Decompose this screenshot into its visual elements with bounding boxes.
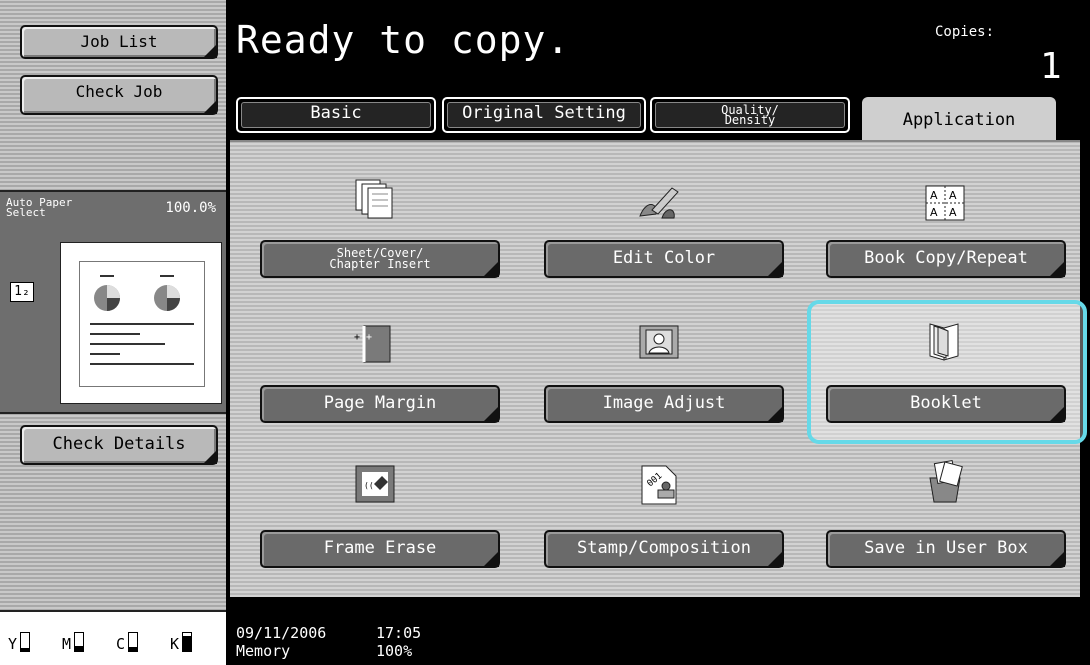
toner-letter: C: [116, 635, 126, 653]
toner-level-bar: [74, 632, 85, 652]
stamp-composition-button[interactable]: Stamp/Composition: [544, 530, 784, 568]
job-list-button[interactable]: Job List: [20, 25, 218, 59]
save-in-user-box-button[interactable]: Save in User Box: [826, 530, 1066, 568]
frame-erase-icon: ((: [355, 465, 395, 503]
check-details-label: Check Details: [52, 434, 186, 454]
toner-k: K: [170, 632, 193, 653]
job-list-label: Job List: [80, 32, 158, 51]
svg-text:A: A: [930, 206, 938, 219]
tab-original-setting[interactable]: Original Setting: [442, 97, 646, 133]
copier-screen: Job List Check Job Auto Paper Select 100…: [0, 0, 1090, 665]
check-job-label: Check Job: [75, 82, 163, 101]
zoom-ratio: 100.0%: [165, 200, 216, 216]
booklet-button[interactable]: Booklet: [826, 385, 1066, 423]
book-copy-icon: A A A A: [925, 185, 965, 221]
preview-page: [79, 261, 205, 387]
memory-label: Memory: [236, 642, 291, 660]
edit-color-icon: [639, 187, 679, 219]
tab-application[interactable]: Application: [862, 97, 1056, 143]
page-margin-button[interactable]: Page Margin: [260, 385, 500, 423]
svg-text:A: A: [949, 206, 957, 219]
footer-date: 09/11/2006: [236, 624, 327, 642]
left-panel: Job List Check Job Auto Paper Select 100…: [0, 0, 226, 665]
book-copy-label: Book Copy/Repeat: [864, 248, 1028, 268]
tab-application-label: Application: [902, 110, 1016, 130]
page-margin-label: Page Margin: [323, 393, 437, 413]
check-job-button[interactable]: Check Job: [20, 75, 218, 115]
tab-original-setting-label: Original Setting: [462, 103, 626, 123]
copies-count: 1: [1040, 46, 1062, 87]
edit-color-button[interactable]: Edit Color: [544, 240, 784, 278]
status-footer: 09/11/2006 17:05 Memory 100%: [226, 600, 1090, 665]
svg-text:+: +: [366, 332, 372, 343]
preview-paper: [60, 242, 222, 404]
page-preview: Auto Paper Select 100.0% 1₂: [0, 190, 226, 414]
user-box-icon: [929, 460, 963, 503]
booklet-label: Booklet: [910, 393, 982, 413]
tab-quality-label-2: Density: [724, 113, 776, 127]
tab-quality-density[interactable]: Quality/ Density: [650, 97, 850, 133]
tab-basic-label: Basic: [310, 103, 362, 123]
page-margin-icon: + +: [354, 325, 391, 363]
footer-time: 17:05: [376, 624, 422, 642]
toner-y: Y: [8, 632, 31, 653]
frame-erase-button[interactable]: Frame Erase: [260, 530, 500, 568]
svg-text:+: +: [354, 332, 360, 343]
toner-c: C: [116, 632, 139, 653]
svg-text:((: ((: [364, 481, 374, 490]
edit-color-label: Edit Color: [612, 248, 716, 268]
save-user-box-label: Save in User Box: [864, 538, 1028, 558]
copies-label: Copies:: [935, 24, 995, 40]
preview-page-graphic: [90, 275, 194, 365]
toner-letter: K: [170, 635, 180, 653]
image-adjust-icon: [639, 325, 679, 359]
toner-m: M: [62, 632, 85, 653]
sheet-insert-label-2: Chapter Insert: [329, 257, 431, 271]
toner-letter: Y: [8, 635, 18, 653]
toner-indicator: YMCK: [0, 610, 226, 665]
sheet-insert-icon: [355, 179, 393, 219]
duplex-badge: 1₂: [10, 282, 34, 302]
toner-level-bar: [182, 632, 193, 652]
book-copy-repeat-button[interactable]: Book Copy/Repeat: [826, 240, 1066, 278]
toner-level-bar: [128, 632, 139, 652]
image-adjust-button[interactable]: Image Adjust: [544, 385, 784, 423]
check-details-button[interactable]: Check Details: [20, 425, 218, 465]
status-message: Ready to copy.: [236, 18, 571, 62]
svg-text:A: A: [930, 189, 938, 202]
memory-value: 100%: [376, 642, 413, 660]
booklet-icon: [929, 323, 959, 361]
stamp-composition-label: Stamp/Composition: [577, 538, 751, 558]
tab-basic[interactable]: Basic: [236, 97, 436, 133]
frame-erase-label: Frame Erase: [323, 538, 437, 558]
toner-level-bar: [20, 632, 31, 652]
paper-select-label-2: Select: [6, 206, 46, 219]
stamp-composition-icon: 001: [641, 465, 677, 505]
image-adjust-label: Image Adjust: [602, 393, 726, 413]
sheet-cover-chapter-insert-button[interactable]: Sheet/Cover/ Chapter Insert: [260, 240, 500, 278]
svg-text:A: A: [949, 189, 957, 202]
toner-letter: M: [62, 635, 72, 653]
